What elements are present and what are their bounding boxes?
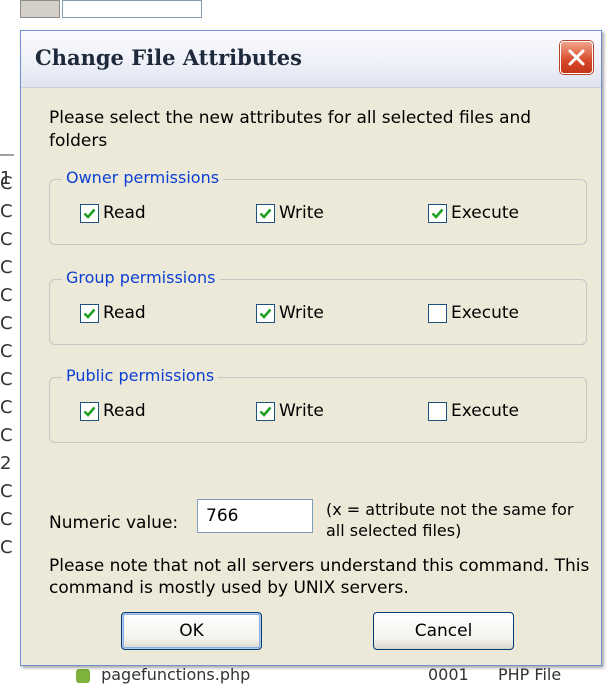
owner-permissions-group: Owner permissions Read Write Execute xyxy=(49,168,587,245)
checkbox-box[interactable] xyxy=(80,401,99,421)
checkbox-label: Write xyxy=(279,401,324,421)
background-row-fragment: C xyxy=(0,313,13,334)
public-read-checkbox[interactable]: Read xyxy=(80,401,146,421)
cancel-button[interactable]: Cancel xyxy=(373,612,514,650)
background-row-fragment: C xyxy=(0,285,13,306)
background-row-fragment: 2 xyxy=(0,453,12,474)
dialog-titlebar[interactable]: Change File Attributes xyxy=(21,31,601,88)
background-file-row[interactable]: pagefunctions.php 0001 PHP File xyxy=(28,665,611,684)
close-button[interactable] xyxy=(560,41,593,74)
background-file-name: pagefunctions.php xyxy=(101,665,251,684)
group-read-checkbox[interactable]: Read xyxy=(80,303,146,323)
checkmark-icon xyxy=(431,208,444,219)
background-file-column: CCCCCCCCCC2CCC xyxy=(0,170,14,562)
background-row-fragment: C xyxy=(0,173,13,194)
checkbox-label: Read xyxy=(103,401,146,421)
checkbox-box[interactable] xyxy=(80,203,99,223)
checkbox-label: Write xyxy=(279,303,324,323)
dialog-title: Change File Attributes xyxy=(35,45,302,70)
checkbox-box[interactable] xyxy=(428,401,447,421)
checkbox-label: Read xyxy=(103,303,146,323)
owner-execute-checkbox[interactable]: Execute xyxy=(428,203,519,223)
background-toolbar-button[interactable] xyxy=(20,0,60,18)
background-divider xyxy=(0,154,14,156)
checkbox-label: Execute xyxy=(451,303,519,323)
background-row-fragment: C xyxy=(0,229,13,250)
background-toolbar-field[interactable] xyxy=(62,0,202,18)
background-row-fragment: C xyxy=(0,369,13,390)
checkbox-label: Execute xyxy=(451,203,519,223)
php-file-icon xyxy=(76,668,90,683)
numeric-value-label: Numeric value: xyxy=(49,513,179,533)
public-permissions-group: Public permissions Read Write Execute xyxy=(49,366,587,443)
group-permissions-group: Group permissions Read Write Execute xyxy=(49,268,587,345)
checkbox-box[interactable] xyxy=(256,303,275,323)
numeric-value-note: (x = attribute not the same for all sele… xyxy=(326,500,574,540)
checkbox-box[interactable] xyxy=(428,303,447,323)
group-permissions-legend: Group permissions xyxy=(62,268,220,287)
owner-permissions-legend: Owner permissions xyxy=(62,168,224,187)
owner-write-checkbox[interactable]: Write xyxy=(256,203,324,223)
group-execute-checkbox[interactable]: Execute xyxy=(428,303,519,323)
background-file-type: PHP File xyxy=(498,665,562,684)
checkbox-label: Write xyxy=(279,203,324,223)
checkmark-icon xyxy=(83,208,96,219)
owner-read-checkbox[interactable]: Read xyxy=(80,203,146,223)
background-row-fragment: C xyxy=(0,537,13,558)
checkmark-icon xyxy=(259,406,272,417)
checkmark-icon xyxy=(83,308,96,319)
checkbox-box[interactable] xyxy=(80,303,99,323)
checkmark-icon xyxy=(83,406,96,417)
background-row-fragment: C xyxy=(0,201,13,222)
background-file-col2: 0001 xyxy=(428,665,469,684)
checkbox-box[interactable] xyxy=(256,203,275,223)
close-icon xyxy=(568,49,585,66)
group-write-checkbox[interactable]: Write xyxy=(256,303,324,323)
public-write-checkbox[interactable]: Write xyxy=(256,401,324,421)
checkmark-icon xyxy=(259,308,272,319)
checkbox-label: Read xyxy=(103,203,146,223)
public-permissions-legend: Public permissions xyxy=(62,366,219,385)
ok-button[interactable]: OK xyxy=(121,612,262,650)
checkmark-icon xyxy=(259,208,272,219)
server-note-text: Please note that not all servers underst… xyxy=(49,556,590,598)
dialog-intro-text: Please select the new attributes for all… xyxy=(49,108,532,151)
background-row-fragment: C xyxy=(0,341,13,362)
background-row-fragment: C xyxy=(0,509,13,530)
background-row-fragment: C xyxy=(0,481,13,502)
public-execute-checkbox[interactable]: Execute xyxy=(428,401,519,421)
checkbox-box[interactable] xyxy=(256,401,275,421)
background-row-fragment: C xyxy=(0,397,13,418)
background-row-fragment: C xyxy=(0,425,13,446)
checkbox-box[interactable] xyxy=(428,203,447,223)
change-file-attributes-dialog: Change File Attributes Please select the… xyxy=(20,30,602,666)
checkbox-label: Execute xyxy=(451,401,519,421)
background-row-fragment: C xyxy=(0,257,13,278)
numeric-value-input[interactable] xyxy=(197,499,313,533)
